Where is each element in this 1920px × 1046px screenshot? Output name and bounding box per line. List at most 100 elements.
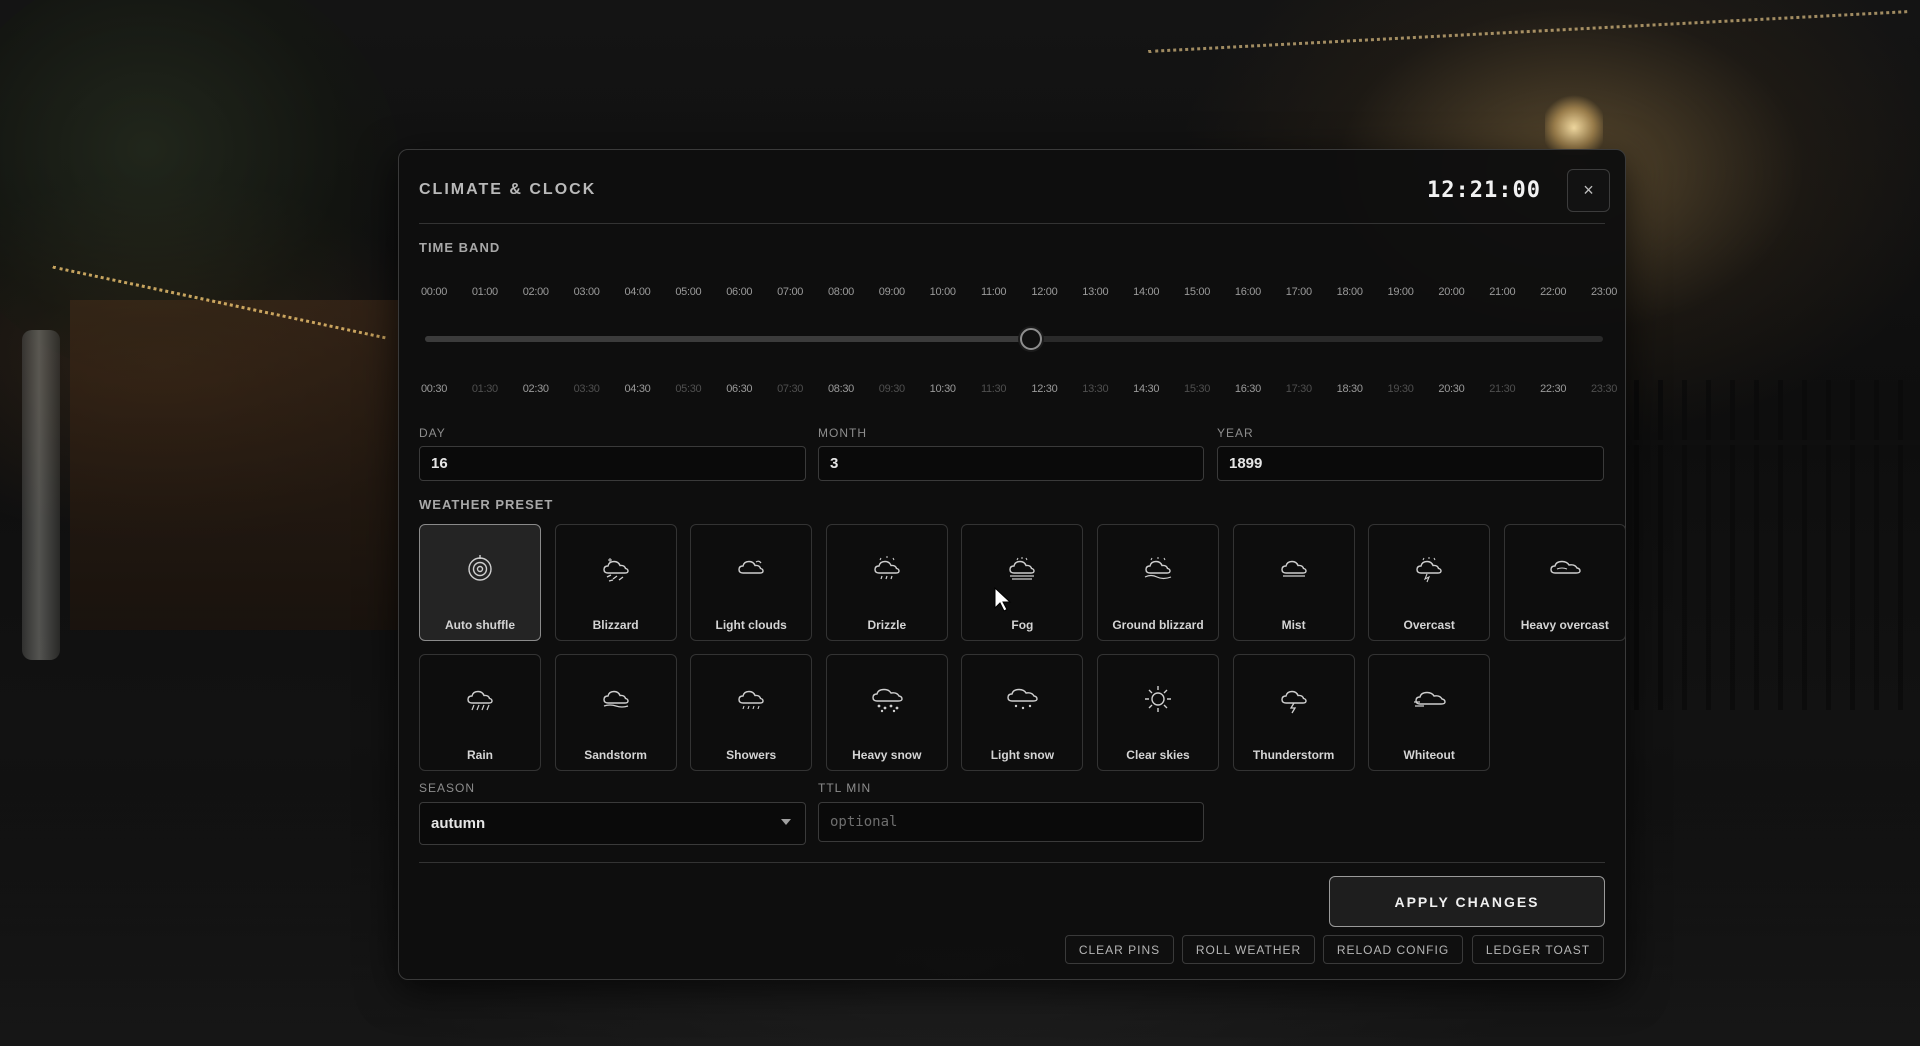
month-input[interactable]: 3: [818, 446, 1204, 481]
time-tick-label: 20:00: [1438, 286, 1465, 298]
overcast-icon: [1416, 557, 1442, 583]
apply-changes-button[interactable]: APPLY CHANGES: [1329, 876, 1605, 927]
heavy-snow-icon: [872, 688, 903, 713]
weather-preset-label: Thunderstorm: [1252, 748, 1335, 762]
background-fence-rail: [1620, 440, 1920, 445]
time-tick-label: 00:00: [420, 286, 448, 298]
weather-preset-tile[interactable]: Mist: [1232, 524, 1355, 641]
season-select[interactable]: autumn: [419, 802, 806, 845]
time-tick-label: 03:00: [573, 286, 600, 298]
weather-preset-tile[interactable]: Clear skies: [1097, 654, 1219, 771]
time-tick-label: 05:30: [675, 383, 702, 395]
time-tick-label: 01:30: [471, 383, 498, 395]
time-tick-label: 09:00: [878, 286, 905, 298]
weather-preset-label: Mist: [1281, 618, 1306, 632]
header-divider: [419, 223, 1605, 224]
time-tick-label: 10:00: [929, 286, 956, 298]
month-label: MONTH: [818, 426, 867, 440]
time-tick-label: 15:30: [1184, 383, 1211, 395]
close-button[interactable]: ×: [1567, 169, 1610, 212]
time-tick-label: 22:30: [1540, 383, 1567, 395]
chevron-down-icon: [781, 819, 791, 825]
time-tick-label: 20:30: [1438, 383, 1465, 395]
time-tick-label: 12:30: [1031, 383, 1058, 395]
weather-preset-label: Heavy snow: [852, 748, 922, 762]
time-tick-label: 11:30: [980, 383, 1007, 395]
mouse-cursor-icon: [994, 587, 1012, 612]
time-tick-label: 16:00: [1234, 286, 1261, 298]
time-tick-label: 02:00: [522, 286, 549, 298]
time-slider-track[interactable]: [425, 336, 1603, 342]
year-label: YEAR: [1217, 426, 1254, 440]
time-tick-label: 19:00: [1387, 286, 1414, 298]
weather-preset-tile[interactable]: Fog: [961, 524, 1084, 641]
weather-preset-tile[interactable]: Thunderstorm: [1232, 654, 1355, 771]
time-tick-label: 19:30: [1387, 383, 1414, 395]
weather-preset-tile[interactable]: Rain: [419, 654, 541, 771]
weather-preset-label: Drizzle: [867, 618, 907, 632]
time-tick-label: 18:00: [1336, 286, 1363, 298]
sun-icon: [1145, 686, 1171, 712]
time-tick-label: 05:00: [675, 286, 702, 298]
blizzard-icon: [602, 558, 629, 582]
weather-preset-label: Showers: [726, 748, 777, 762]
drizzle-icon: [874, 556, 900, 580]
ttl-min-input[interactable]: optional: [818, 802, 1204, 842]
weather-preset-label: Fog: [1011, 618, 1034, 632]
time-tick-label: 10:30: [929, 383, 956, 395]
time-tick-label: 03:30: [573, 383, 600, 395]
day-value: 16: [431, 455, 448, 472]
time-tick-label: 08:30: [827, 383, 854, 395]
weather-preset-tile[interactable]: Overcast: [1368, 524, 1491, 641]
time-tick-label: 18:30: [1336, 383, 1363, 395]
weather-preset-tile[interactable]: Auto shuffle: [419, 524, 541, 641]
time-tick-label: 16:30: [1234, 383, 1261, 395]
weather-preset-tile[interactable]: Light snow: [961, 654, 1084, 771]
weather-preset-label: Sandstorm: [584, 748, 647, 762]
time-tick-label: 15:00: [1184, 286, 1211, 298]
weather-preset-tile[interactable]: Light clouds: [690, 524, 813, 641]
ttl-min-label: TTL MIN: [818, 781, 872, 795]
year-input[interactable]: 1899: [1217, 446, 1604, 481]
time-slider-thumb[interactable]: [1020, 328, 1043, 350]
weather-preset-tile[interactable]: Heavy snow: [825, 654, 948, 771]
weather-preset-label: Overcast: [1403, 618, 1455, 632]
hour-tick-row: 00:00 01:00 02:00 03:00 04:00 05:00 06:00 07:00…: [419, 286, 1617, 300]
time-band-label: TIME BAND: [419, 240, 501, 255]
time-tick-label: 13:00: [1082, 286, 1109, 298]
weather-preset-tile[interactable]: Sandstorm: [554, 654, 677, 771]
weather-preset-tile[interactable]: Drizzle: [825, 524, 948, 641]
weather-preset-label: Light clouds: [715, 618, 787, 632]
weather-preset-label: Heavy overcast: [1520, 618, 1609, 632]
climate-clock-dialog: CLIMATE & CLOCK 12:21:00 × TIME BAND 00:…: [398, 149, 1626, 980]
time-tick-label: 22:00: [1540, 286, 1567, 298]
time-tick-label: 08:00: [827, 286, 854, 298]
time-tick-label: 21:00: [1489, 286, 1516, 298]
weather-preset-tile[interactable]: Ground blizzard: [1097, 524, 1219, 641]
fog-icon: [1009, 557, 1036, 580]
weather-preset-tile[interactable]: Blizzard: [554, 524, 677, 641]
ttl-min-placeholder: optional: [830, 814, 898, 830]
sandstorm-icon: [602, 690, 629, 708]
clock-readout: 12:21:00: [1427, 178, 1541, 203]
light-clouds-icon: [738, 560, 764, 574]
time-tick-label: 02:30: [522, 383, 549, 395]
day-input[interactable]: 16: [419, 446, 806, 481]
weather-preset-label: Ground blizzard: [1112, 618, 1204, 632]
year-value: 1899: [1229, 455, 1263, 472]
clear-pins-button[interactable]: CLEAR PINS: [1065, 935, 1174, 964]
weather-preset-tile[interactable]: Whiteout: [1368, 654, 1491, 771]
background-street-lamp: [1545, 95, 1603, 155]
weather-preset-label: Clear skies: [1126, 748, 1190, 762]
time-tick-label: 21:30: [1489, 383, 1516, 395]
heavy-overcast-icon: [1550, 560, 1581, 574]
reload-config-button[interactable]: RELOAD CONFIG: [1323, 935, 1463, 964]
weather-preset-tile[interactable]: Showers: [690, 654, 813, 771]
roll-weather-button[interactable]: ROLL WEATHER: [1182, 935, 1315, 964]
time-tick-label: 00:30: [420, 383, 448, 395]
ledger-toast-button[interactable]: LEDGER TOAST: [1472, 935, 1604, 964]
time-tick-label: 06:00: [726, 286, 753, 298]
weather-preset-tile[interactable]: Heavy overcast: [1503, 524, 1626, 641]
half-hour-tick-row: 00:30 01:30 02:30 03:30 04:30 05:30 06:30 07:30…: [419, 383, 1617, 397]
time-tick-label: 23:30: [1590, 383, 1618, 395]
